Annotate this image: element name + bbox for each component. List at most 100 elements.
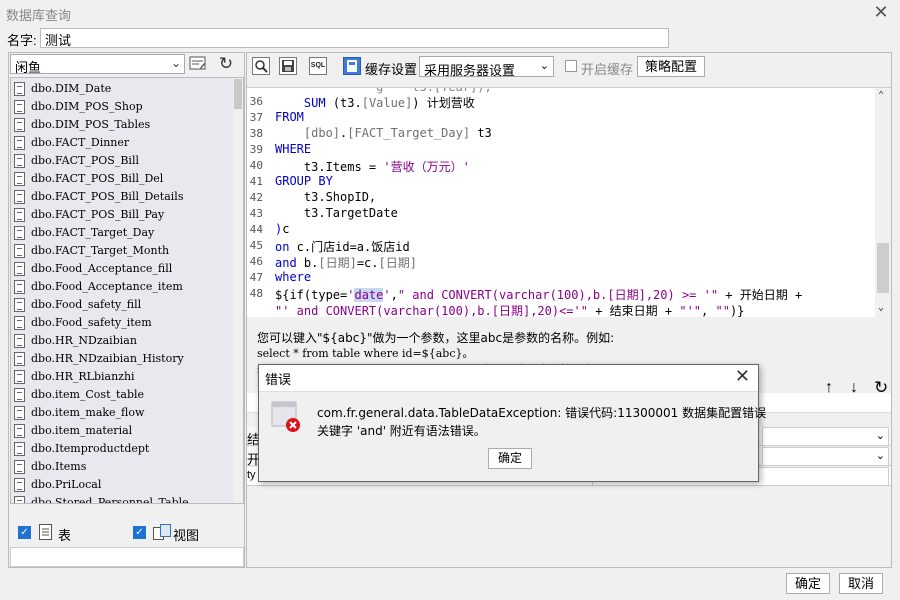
checkbox-empty-icon[interactable] [565,60,577,72]
table-list-item[interactable]: dbo.FACT_Target_Day [11,224,229,242]
ok-button[interactable]: 确定 [786,573,830,594]
table-list-item-label: dbo.FACT_Target_Day [31,226,155,239]
chevron-down-icon[interactable]: ⌄ [876,429,885,442]
table-icon [14,208,25,222]
table-list-item[interactable]: dbo.HR_RLbianzhi [11,368,229,386]
code-line-clipped: g t3.[Year]), [275,87,492,94]
table-list-item-label: dbo.item_material [31,424,133,437]
refresh-icon[interactable]: ↻ [215,54,237,74]
table-list-item[interactable]: dbo.HR_NDzaibian_History [11,350,229,368]
table-list[interactable]: dbo.DIM_Date dbo.DIM_POS_Shop dbo.DIM_POS_… [10,77,244,504]
table-list-item-label: dbo.DIM_Date [31,82,112,95]
error-dialog: 错误 ✕ com.fr.general.data.TableDataExcept… [258,364,766,482]
table-list-item[interactable]: dbo.Food_safety_item [11,314,229,332]
table-icon [14,406,25,420]
table-list-item[interactable]: dbo.Items [11,458,229,476]
table-icon [14,82,25,96]
table-list-item-label: dbo.HR_RLbianzhi [31,370,135,383]
table-icon [14,280,25,294]
code-line-48-cont: "' and CONVERT(varchar(100),b.[日期],20)<=… [275,304,745,317]
table-icon [14,352,25,366]
code-line-41: GROUP BY [275,174,333,188]
code-line-38: [dbo].[FACT_Target_Day] t3 [303,126,492,140]
edit-datasource-icon[interactable] [187,54,209,74]
table-list-item[interactable]: dbo.FACT_Target_Month [11,242,229,260]
preview-icon[interactable] [252,57,270,75]
table-list-item[interactable]: dbo.item_Cost_table [11,386,229,404]
table-list-item-label: dbo.Food_safety_item [31,316,152,329]
table-list-item[interactable]: dbo.Food_Acceptance_item [11,278,229,296]
line-number: 48 [249,287,263,300]
editor-scrollbar[interactable]: ⌃ ⌄ [875,88,891,317]
cache-settings-label[interactable]: 缓存设置 [365,59,417,78]
table-list-item-label: dbo.DIM_POS_Shop [31,100,143,113]
code-line-46: and b.[日期]=c.[日期] [275,256,417,270]
error-message-line2: 关键字 'and' 附近有语法错误。 [317,424,486,438]
table-list-item[interactable]: dbo.FACT_POS_Bill_Pay [11,206,229,224]
sql-icon[interactable]: SQL [309,57,327,75]
policy-config-button[interactable]: 策略配置 [637,56,705,77]
name-input[interactable]: 测试 [40,28,669,49]
line-number: 42 [249,191,263,204]
code-line-42: t3.ShopID, [275,190,377,204]
parameter-value-select[interactable]: ⌄ [762,427,889,446]
table-list-item[interactable]: dbo.item_make_flow [11,404,229,422]
table-list-item[interactable]: dbo.Itemproductdept [11,440,229,458]
table-list-item-label: dbo.HR_NDzaibian [31,334,137,347]
parameter-value-select[interactable]: ⌄ [762,447,889,466]
table-list-item-label: dbo.FACT_Target_Month [31,244,170,257]
table-list-item-label: dbo.Stored_Personnel_Table [31,496,189,504]
server-setting-value: 采用服务器设置 [424,63,516,78]
code-line-39: WHERE [275,142,312,156]
parameter-hint-line2: select * from table where id=${abc}。 [257,347,474,360]
chevron-down-icon[interactable]: ⌄ [878,302,884,313]
code-line-44: )c [275,222,290,236]
table-list-item[interactable]: dbo.Food_safety_fill [11,296,229,314]
save-icon[interactable] [279,57,297,75]
cache-settings-icon[interactable] [343,57,361,75]
list-scrollbar[interactable] [233,78,243,503]
table-list-item[interactable]: dbo.Food_Acceptance_fill [11,260,229,278]
table-list-item[interactable]: dbo.Stored_Personnel_Table [11,494,229,504]
chevron-up-icon[interactable]: ⌃ [878,90,884,101]
checkbox-table[interactable]: ✓ [18,526,31,539]
chevron-down-icon[interactable]: ⌄ [876,449,885,462]
table-icon [14,316,25,330]
table-list-item[interactable]: dbo.item_material [11,422,229,440]
table-list-item[interactable]: dbo.HR_NDzaibian [11,332,229,350]
line-number: 37 [249,111,263,124]
close-icon[interactable]: ✕ [735,367,750,385]
sql-editor[interactable]: g t3.[Year]), 36 37 38 39 40 41 42 43 44 45 46 47 48… [247,87,891,317]
error-ok-button[interactable]: 确定 [488,448,532,469]
table-icon [14,370,25,384]
code-line-40: t3.Items = '营收（万元）' [275,160,470,174]
checkbox-view[interactable]: ✓ [133,526,146,539]
table-list-item[interactable]: dbo.FACT_POS_Bill [11,152,229,170]
server-setting-select[interactable]: 采用服务器设置 ⌄ [419,56,554,78]
datasource-select[interactable]: 闲鱼 ⌄ [10,54,185,76]
table-list-item-label: dbo.item_Cost_table [31,388,145,401]
table-icon [14,496,25,503]
table-list-item[interactable]: dbo.DIM_POS_Tables [11,116,229,134]
chevron-down-icon[interactable]: ⌄ [171,56,181,70]
table-list-item-label: dbo.FACT_POS_Bill_Pay [31,208,165,221]
table-list-item-label: dbo.Itemproductdept [31,442,150,455]
chevron-down-icon[interactable]: ⌄ [540,59,549,72]
table-list-item[interactable]: dbo.DIM_Date [11,80,229,98]
table-browser-panel: 闲鱼 ⌄ ↻ dbo.DIM_Date dbo.DIM_POS_Shop dbo.D… [8,52,245,568]
name-row: 名字: 测试 [0,27,900,49]
title-bar: 数据库查询 ✕ [0,0,900,26]
code-line-47: where [275,270,312,284]
view-icon [153,524,171,543]
table-icon [14,226,25,240]
table-list-item[interactable]: dbo.FACT_POS_Bill_Del [11,170,229,188]
table-filter-input[interactable] [10,547,244,567]
enable-cache-label: 开启缓存 [581,62,634,77]
table-list-item[interactable]: dbo.FACT_POS_Bill_Details [11,188,229,206]
table-list-item[interactable]: dbo.PriLocal [11,476,229,494]
name-label: 名字: [7,33,37,48]
close-icon[interactable]: ✕ [872,3,890,21]
cancel-button[interactable]: 取消 [839,573,883,594]
table-list-item[interactable]: dbo.DIM_POS_Shop [11,98,229,116]
table-list-item[interactable]: dbo.FACT_Dinner [11,134,229,152]
